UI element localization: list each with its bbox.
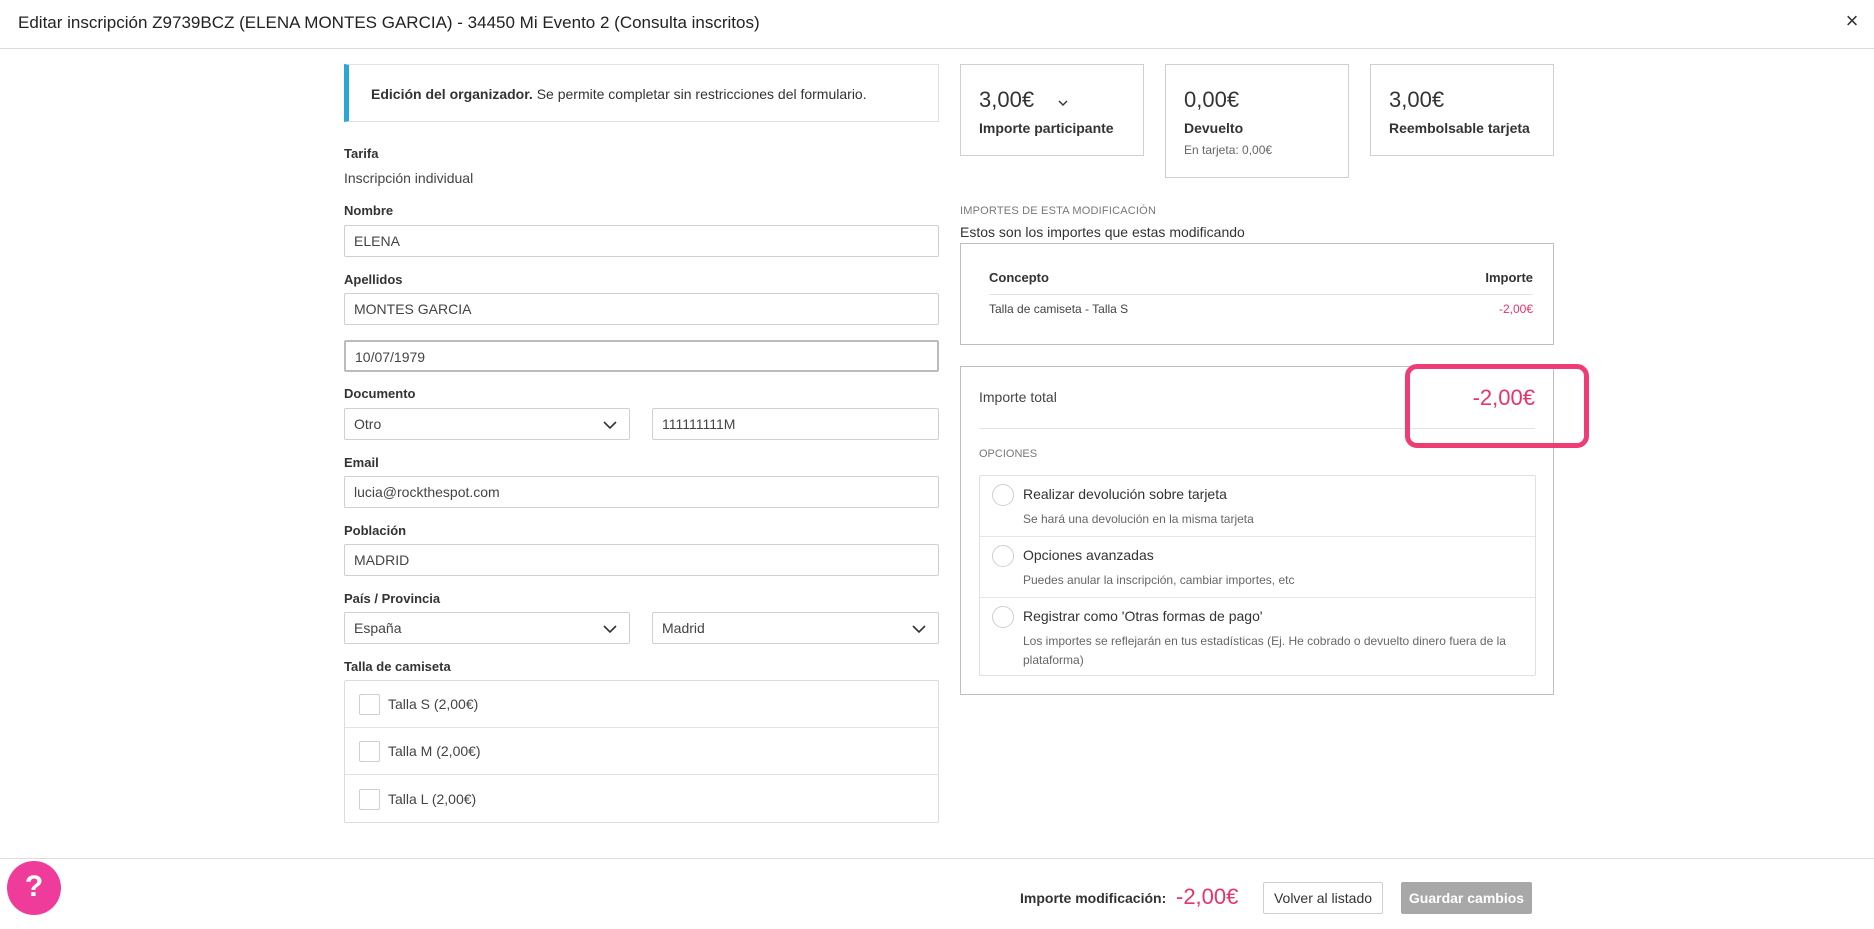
stat-amount: 0,00€: [1184, 87, 1240, 112]
option-description: Los importes se reflejarán en tus estadí…: [1023, 634, 1506, 667]
stat-label: Importe participante: [979, 120, 1114, 136]
stat-sub: En tarjeta: 0,00€: [1184, 143, 1273, 157]
total-label: Importe total: [979, 389, 1057, 405]
info-bold: Edición del organizador.: [371, 86, 533, 102]
chevron-down-icon: [603, 625, 617, 634]
talla-option-label: Talla L (2,00€): [388, 791, 477, 807]
save-changes-button[interactable]: Guardar cambios: [1401, 882, 1532, 914]
chevron-down-icon: [912, 625, 926, 634]
opciones-caption: OPCIONES: [979, 448, 1038, 460]
chevron-down-icon: [603, 421, 617, 430]
tarifa-label: Tarifa: [344, 146, 379, 161]
provincia-value: Madrid: [662, 620, 705, 636]
talla-option-s[interactable]: Talla S (2,00€): [345, 681, 938, 728]
birthdate-input[interactable]: 10/07/1979: [344, 340, 939, 372]
option-title: Opciones avanzadas: [1023, 547, 1154, 563]
radio-button[interactable]: [992, 484, 1014, 506]
talla-option-label: Talla M (2,00€): [388, 743, 481, 759]
apellidos-label: Apellidos: [344, 272, 403, 287]
documento-type-value: Otro: [354, 416, 382, 432]
radio-button[interactable]: [992, 606, 1014, 628]
documento-number-input[interactable]: 111111111M: [652, 408, 939, 440]
stat-reembolsable: 3,00€ Reembolsable tarjeta: [1370, 64, 1554, 156]
footer-importe-label: Importe modificación:: [1020, 890, 1167, 906]
column-importe: Importe: [1485, 270, 1533, 285]
email-input[interactable]: lucia@rockthespot.com: [344, 476, 939, 508]
checkbox[interactable]: [359, 741, 380, 762]
talla-option-l[interactable]: Talla L (2,00€): [345, 776, 938, 823]
talla-option-m[interactable]: Talla M (2,00€): [345, 728, 938, 775]
option-otras-formas-pago[interactable]: Registrar como 'Otras formas de pago' Lo…: [980, 598, 1535, 675]
email-label: Email: [344, 455, 379, 470]
column-concepto: Concepto: [989, 270, 1049, 285]
info-body: Se permite completar sin restricciones d…: [532, 86, 867, 102]
pais-select[interactable]: España: [344, 612, 630, 644]
pais-value: España: [354, 620, 402, 636]
chevron-down-icon[interactable]: [1057, 97, 1069, 109]
option-description: Se hará una devolución en la misma tarje…: [1023, 512, 1254, 526]
stat-amount: 3,00€: [979, 87, 1035, 112]
option-title: Realizar devolución sobre tarjeta: [1023, 486, 1227, 502]
options-list: Realizar devolución sobre tarjeta Se har…: [979, 475, 1536, 676]
stat-label: Reembolsable tarjeta: [1389, 120, 1530, 136]
talla-label: Talla de camiseta: [344, 659, 451, 674]
pais-label: País / Provincia: [344, 591, 441, 606]
row-concepto: Talla de camiseta - Talla S: [989, 302, 1129, 316]
help-button[interactable]: ?: [7, 861, 61, 915]
table-row: Talla de camiseta - Talla S -2,00€: [989, 302, 1533, 316]
modificacion-description: Estos son los importes que estas modific…: [960, 224, 1245, 240]
back-to-list-button[interactable]: Volver al listado: [1263, 882, 1383, 914]
apellidos-input[interactable]: MONTES GARCIA: [344, 293, 939, 325]
documento-label: Documento: [344, 386, 416, 401]
footer-importe-amount: -2,00€: [1176, 884, 1239, 909]
modal-footer: [0, 858, 1874, 929]
checkbox[interactable]: [359, 694, 380, 715]
total-highlight-annotation: [1405, 364, 1589, 448]
provincia-select[interactable]: Madrid: [652, 612, 939, 644]
stat-importe-participante[interactable]: 3,00€ Importe participante: [960, 64, 1144, 156]
organizer-info-notice: Edición del organizador. Se permite comp…: [344, 64, 939, 122]
documento-type-select[interactable]: Otro: [344, 408, 630, 440]
poblacion-label: Población: [344, 523, 407, 538]
row-importe: -2,00€: [1498, 302, 1533, 316]
modal-header: Editar inscripción Z9739BCZ (ELENA MONTE…: [0, 0, 1874, 49]
nombre-input[interactable]: ELENA: [344, 225, 939, 257]
checkbox[interactable]: [359, 789, 380, 810]
option-avanzadas[interactable]: Opciones avanzadas Puedes anular la insc…: [980, 537, 1535, 598]
close-icon[interactable]: ×: [1840, 9, 1864, 33]
table-header: Concepto Importe: [989, 270, 1533, 295]
talla-option-label: Talla S (2,00€): [388, 696, 479, 712]
stat-label: Devuelto: [1184, 120, 1244, 136]
option-devolucion-tarjeta[interactable]: Realizar devolución sobre tarjeta Se har…: [980, 476, 1535, 537]
modificacion-table: Concepto Importe Talla de camiseta - Tal…: [960, 243, 1554, 345]
stat-devuelto: 0,00€ Devuelto En tarjeta: 0,00€: [1165, 64, 1349, 178]
nombre-label: Nombre: [344, 203, 394, 218]
radio-button[interactable]: [992, 545, 1014, 567]
poblacion-input[interactable]: MADRID: [344, 544, 939, 576]
option-description: Puedes anular la inscripción, cambiar im…: [1023, 573, 1295, 587]
info-text: Edición del organizador. Se permite comp…: [371, 86, 867, 102]
stat-amount: 3,00€: [1389, 87, 1445, 112]
option-title: Registrar como 'Otras formas de pago': [1023, 608, 1263, 624]
talla-options: Talla S (2,00€) Talla M (2,00€) Talla L …: [344, 680, 939, 823]
tarifa-value: Inscripción individual: [344, 170, 474, 186]
modal-title: Editar inscripción Z9739BCZ (ELENA MONTE…: [18, 13, 760, 32]
modificacion-caption: IMPORTES DE ESTA MODIFICACIÓN: [960, 205, 1157, 217]
